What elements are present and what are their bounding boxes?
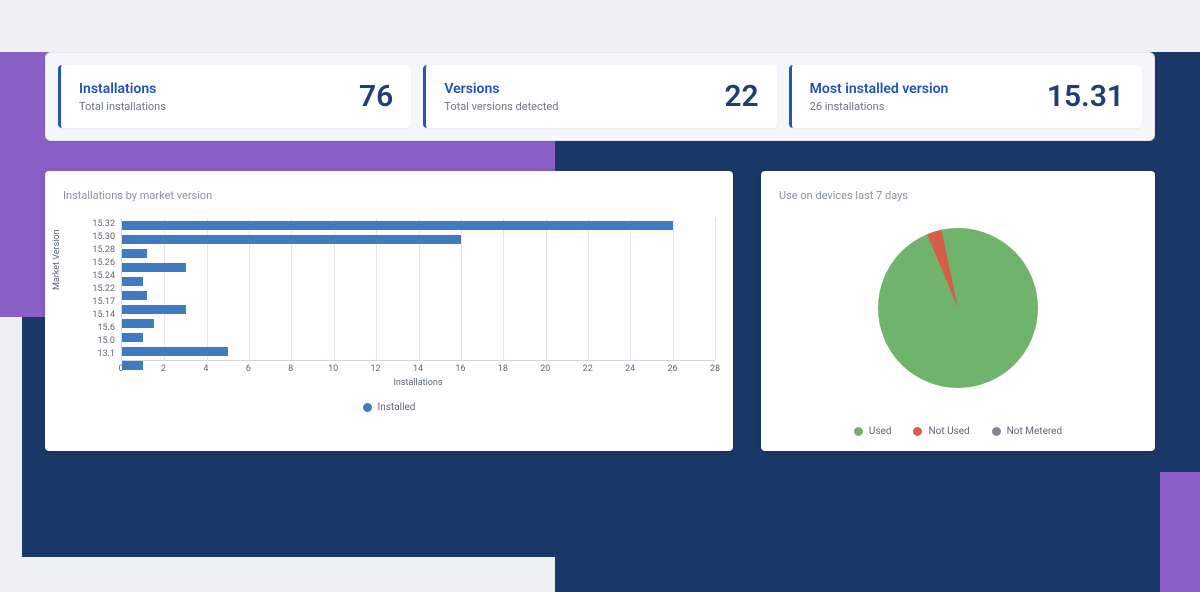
pie-chart-card: Use on devices last 7 days Used Not Used N… <box>761 171 1155 451</box>
x-tick-label: 22 <box>583 364 593 374</box>
bar-chart-card: Installations by market version Market V… <box>45 171 733 451</box>
grid-line <box>503 218 504 360</box>
chart-title: Installations by market version <box>63 189 715 202</box>
card-value: 22 <box>724 79 758 114</box>
y-tick-label: 15.6 <box>63 322 121 335</box>
y-tick-label: 15.14 <box>63 309 121 322</box>
x-tick-label: 6 <box>246 364 251 374</box>
card-versions: Versions Total versions detected 22 <box>423 65 776 128</box>
legend-item: Used <box>854 426 892 437</box>
bar-plot-area <box>121 218 715 361</box>
legend-label: Not Metered <box>1007 426 1062 437</box>
x-tick-label: 28 <box>710 364 720 374</box>
x-tick-label: 4 <box>203 364 208 374</box>
card-subtitle: Total installations <box>79 100 166 113</box>
charts-row: Installations by market version Market V… <box>45 171 1155 451</box>
card-most-installed: Most installed version 26 installations … <box>789 65 1142 128</box>
summary-panel: Installations Total installations 76 Ver… <box>45 52 1155 141</box>
bar <box>122 221 673 230</box>
card-title: Versions <box>444 81 558 97</box>
x-tick-label: 24 <box>625 364 635 374</box>
legend-label: Installed <box>378 402 416 413</box>
x-tick-label: 12 <box>371 364 381 374</box>
bar <box>122 333 143 342</box>
grid-line <box>673 218 674 360</box>
card-value: 76 <box>359 79 393 114</box>
x-axis: 0246810121416182022242628 <box>121 361 715 374</box>
bar <box>122 291 147 300</box>
x-tick-label: 8 <box>288 364 293 374</box>
y-tick-label: 15.32 <box>63 218 121 231</box>
pie-chart <box>878 228 1038 388</box>
legend-label: Used <box>869 426 892 437</box>
pie-legend: Used Not Used Not Metered <box>854 426 1062 437</box>
bar <box>122 347 228 356</box>
card-subtitle: Total versions detected <box>444 100 558 113</box>
y-tick-label: 15.17 <box>63 296 121 309</box>
card-subtitle: 26 installations <box>810 100 949 113</box>
legend-swatch-icon <box>363 403 372 412</box>
y-tick-label: 15.26 <box>63 257 121 270</box>
x-tick-label: 16 <box>455 364 465 374</box>
y-tick-label: 15.22 <box>63 283 121 296</box>
bar <box>122 277 143 286</box>
x-tick-label: 2 <box>161 364 166 374</box>
grid-line <box>461 218 462 360</box>
legend-swatch-icon <box>854 427 863 436</box>
bar <box>122 305 186 314</box>
bar <box>122 249 147 258</box>
y-tick-label: 15.0 <box>63 335 121 348</box>
bg-block <box>1160 472 1200 592</box>
dashboard: Installations Total installations 76 Ver… <box>0 52 1200 451</box>
bar-chart: Market Version 15.3215.3015.2815.2615.24… <box>63 218 715 413</box>
y-tick-label: 15.24 <box>63 270 121 283</box>
bar <box>122 263 186 272</box>
card-title: Installations <box>79 81 166 97</box>
y-axis: 15.3215.3015.2815.2615.2415.2215.1715.14… <box>63 218 121 361</box>
legend-swatch-icon <box>992 427 1001 436</box>
grid-line <box>630 218 631 360</box>
legend-item: Not Metered <box>992 426 1062 437</box>
card-installations: Installations Total installations 76 <box>58 65 411 128</box>
chart-title: Use on devices last 7 days <box>779 189 1137 202</box>
legend-item: Installed <box>363 402 416 413</box>
grid-line <box>715 218 716 360</box>
y-tick-label: 15.30 <box>63 231 121 244</box>
y-tick-label: 13.1 <box>63 348 121 361</box>
grid-line <box>588 218 589 360</box>
x-axis-label: Installations <box>121 378 715 388</box>
x-tick-label: 26 <box>668 364 678 374</box>
x-tick-label: 14 <box>413 364 423 374</box>
x-tick-label: 20 <box>540 364 550 374</box>
legend-swatch-icon <box>913 427 922 436</box>
grid-line <box>546 218 547 360</box>
x-tick-label: 0 <box>118 364 123 374</box>
bar-legend: Installed <box>63 402 715 413</box>
card-title: Most installed version <box>810 81 949 97</box>
bar <box>122 235 461 244</box>
y-tick-label: 15.28 <box>63 244 121 257</box>
y-axis-label: Market Version <box>52 229 62 290</box>
legend-item: Not Used <box>913 426 969 437</box>
x-tick-label: 18 <box>498 364 508 374</box>
card-value: 15.31 <box>1047 79 1124 114</box>
x-tick-label: 10 <box>328 364 338 374</box>
legend-label: Not Used <box>928 426 969 437</box>
bar <box>122 319 154 328</box>
